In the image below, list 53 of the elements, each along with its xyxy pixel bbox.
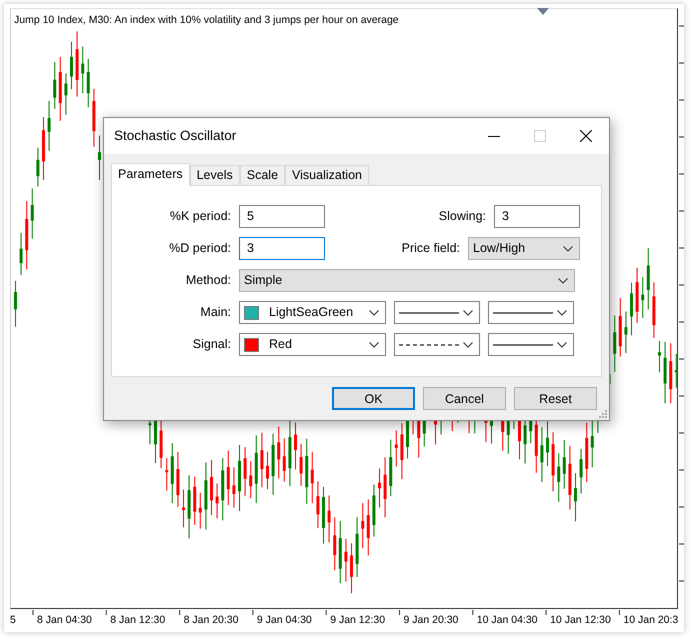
axis-label: 8 Jan 20:30 (184, 613, 238, 628)
ok-button[interactable]: OK (332, 387, 415, 410)
tab[interactable]: Visualization (285, 165, 369, 185)
caret-icon (369, 342, 379, 348)
field-label: %K period: (168, 208, 232, 226)
axis-label: 9 Jan 12:30 (330, 613, 386, 628)
line-style-icon (399, 342, 459, 346)
tab[interactable]: Parameters (111, 163, 190, 186)
input-field[interactable]: 3 (494, 205, 580, 228)
line-style-icon (493, 342, 553, 346)
field-label: %D period: (168, 240, 232, 258)
field-label: Method: (184, 272, 232, 290)
dropdown[interactable]: Red (239, 333, 386, 356)
window-title: Stochastic Oscillator (114, 126, 238, 145)
axis-label: 10 Jan 12:30 (550, 613, 611, 628)
dropdown[interactable] (394, 301, 480, 324)
caret-icon (557, 310, 567, 316)
caret-icon (563, 246, 573, 252)
caret-icon (558, 278, 568, 284)
line-style-icon (493, 310, 553, 314)
axis-label: 9 Jan 20:30 (404, 613, 458, 628)
field-label: Price field: (400, 240, 461, 258)
caret-icon (463, 342, 473, 348)
input-field[interactable]: 5 (239, 205, 325, 228)
caret-icon (463, 310, 473, 316)
resize-grip-icon[interactable] (597, 408, 607, 418)
chart-title: Jump 10 Index, M30: An index with 10% volatility and 3 jumps per hour on average (14, 13, 399, 28)
tab[interactable]: Levels (190, 165, 240, 185)
close-icon[interactable] (580, 130, 592, 142)
axis-label: 10 Jan 20:3 (623, 613, 678, 628)
field-label: Signal: (192, 336, 232, 354)
dropdown[interactable]: Low/High (468, 237, 580, 260)
axis-label: 8 Jan 12:30 (110, 613, 166, 628)
dropdown[interactable] (394, 333, 480, 356)
axis-label: 10 Jan 04:30 (476, 613, 538, 628)
field-label: Main: (199, 304, 232, 322)
dropdown[interactable] (488, 301, 574, 324)
axis-label: 9 Jan 04:30 (256, 613, 312, 628)
axis-label: 8 Jan 04:30 (37, 613, 92, 628)
marker-icon (537, 8, 549, 15)
caret-icon (369, 310, 379, 316)
cancel-button[interactable]: Cancel (423, 387, 506, 410)
maximize-icon (534, 130, 546, 142)
reset-button[interactable]: Reset (514, 387, 597, 410)
tab[interactable]: Scale (240, 165, 286, 185)
dropdown[interactable]: Simple (239, 269, 575, 292)
line-style-icon (399, 310, 459, 314)
dropdown[interactable] (488, 333, 574, 356)
field-label: Slowing: (438, 208, 487, 226)
axis-label: 5 (10, 613, 16, 628)
caret-icon (557, 342, 567, 348)
input-field[interactable]: 3 (239, 237, 325, 260)
dropdown[interactable]: LightSeaGreen (239, 301, 386, 324)
